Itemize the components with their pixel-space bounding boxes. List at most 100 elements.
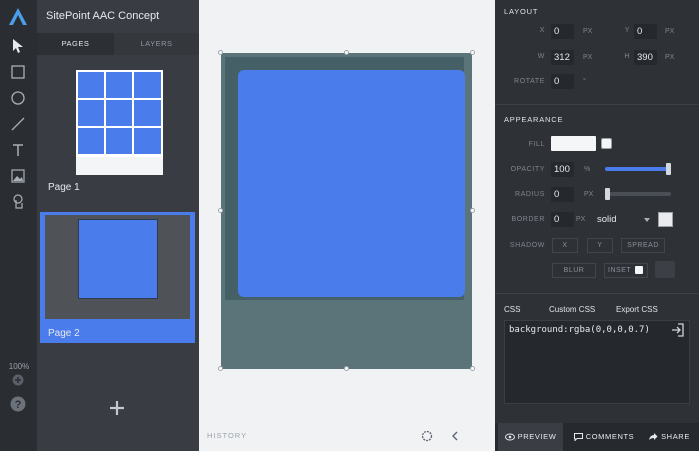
opacity-slider-fill <box>605 167 671 171</box>
artboard[interactable] <box>221 53 472 369</box>
artboard-frame <box>225 57 465 300</box>
width-label: W <box>537 53 545 60</box>
shadow-spread-input[interactable]: SPREAD <box>621 238 665 253</box>
export-css-tab[interactable]: Export CSS <box>616 305 658 314</box>
design-canvas[interactable]: HISTORY <box>199 0 495 451</box>
preview-button[interactable]: PREVIEW <box>498 423 563 451</box>
comments-button[interactable]: COMMENTS <box>570 423 638 451</box>
opacity-slider-handle[interactable] <box>666 163 671 175</box>
share-button[interactable]: SHARE <box>643 423 695 451</box>
y-unit: PX <box>665 28 675 35</box>
fill-label: FILL <box>528 141 545 148</box>
dropdown-chevron-icon <box>644 218 650 222</box>
radius-slider-track[interactable] <box>605 188 671 200</box>
history-circle-icon[interactable] <box>421 429 433 442</box>
x-label: X <box>539 27 545 34</box>
shadow-blur-input[interactable]: BLUR <box>552 263 596 278</box>
page-card-2-selected[interactable]: Page 2 <box>40 212 195 343</box>
ellipse-tool-icon[interactable] <box>8 88 28 108</box>
opacity-slider-track[interactable] <box>605 163 671 175</box>
opacity-label: OPACITY <box>510 166 545 173</box>
height-label: H <box>624 53 630 60</box>
shadow-color-swatch[interactable] <box>655 261 675 278</box>
blue-square-thumbnail <box>78 219 158 299</box>
zoom-level: 100% <box>8 362 30 371</box>
custom-css-tab[interactable]: Custom CSS <box>549 305 595 314</box>
border-color-swatch[interactable] <box>658 212 673 227</box>
css-tab[interactable]: CSS <box>504 305 520 314</box>
help-icon[interactable]: ? <box>9 395 27 413</box>
layout-section-title: LAYOUT <box>504 7 539 16</box>
resize-handle[interactable] <box>344 50 349 55</box>
border-width-input[interactable]: 0 <box>551 212 574 227</box>
rotate-input[interactable]: 0 <box>551 74 574 89</box>
hand-tool-icon[interactable] <box>8 192 28 212</box>
app-window: 100% ? SitePoint AAC Concept PAGES LAYER… <box>0 0 699 451</box>
rotate-label: ROTATE <box>514 78 545 85</box>
section-divider <box>495 104 699 105</box>
height-unit: PX <box>665 54 675 61</box>
bottom-action-bar: PREVIEW COMMENTS SHARE <box>495 423 699 451</box>
page-thumbnail <box>45 215 190 319</box>
page-card-1[interactable]: Page 1 <box>40 67 195 198</box>
resize-handle[interactable] <box>470 366 475 371</box>
tool-sidebar: 100% ? <box>0 0 37 451</box>
fill-checkbox[interactable] <box>601 138 612 149</box>
preview-label: PREVIEW <box>517 432 557 441</box>
text-tool-icon[interactable] <box>8 140 28 160</box>
resize-handle[interactable] <box>344 366 349 371</box>
properties-panel: LAYOUT X 0 PX Y 0 PX W 312 PX H 390 PX R… <box>495 0 699 451</box>
y-label: Y <box>624 27 630 34</box>
chevron-left-icon[interactable] <box>449 429 461 441</box>
share-label: SHARE <box>661 432 690 441</box>
share-arrow-icon <box>649 433 658 441</box>
opacity-input[interactable]: 100 <box>551 162 574 177</box>
line-tool-icon[interactable] <box>8 114 28 134</box>
shadow-inset-toggle[interactable]: INSET <box>604 263 648 278</box>
radius-label: RADIUS <box>514 191 545 198</box>
copy-to-clipboard-icon[interactable] <box>671 323 685 337</box>
x-unit: PX <box>583 28 593 35</box>
width-unit: PX <box>583 54 593 61</box>
resize-handle[interactable] <box>470 208 475 213</box>
comment-icon <box>573 433 583 442</box>
selected-rectangle[interactable] <box>238 70 465 297</box>
image-tool-icon[interactable] <box>8 166 28 186</box>
zoom-in-icon[interactable] <box>10 372 26 388</box>
appearance-section-title: APPEARANCE <box>504 115 564 124</box>
radius-unit: PX <box>584 191 594 198</box>
shadow-label: SHADOW <box>509 242 545 249</box>
pages-panel: SitePoint AAC Concept PAGES LAYERS Page … <box>37 0 199 451</box>
page-label: Page 1 <box>48 182 80 193</box>
comments-label: COMMENTS <box>585 432 635 441</box>
radius-input[interactable]: 0 <box>551 187 574 202</box>
resize-handle[interactable] <box>218 208 223 213</box>
y-input[interactable]: 0 <box>634 24 657 39</box>
inset-label: INSET <box>608 267 632 274</box>
height-input[interactable]: 390 <box>634 50 657 65</box>
x-input[interactable]: 0 <box>551 24 574 39</box>
page-label: Page 2 <box>48 328 80 339</box>
add-page-button[interactable] <box>109 400 127 418</box>
tab-layers[interactable]: LAYERS <box>114 33 199 55</box>
border-label: BORDER <box>511 216 545 223</box>
grid-thumbnail-graphic <box>76 70 163 157</box>
shadow-y-input[interactable]: Y <box>587 238 613 253</box>
pointer-tool-icon[interactable] <box>8 36 28 56</box>
rectangle-tool-icon[interactable] <box>8 62 28 82</box>
page-thumbnail <box>76 70 163 175</box>
fill-color-swatch[interactable] <box>551 136 596 151</box>
tab-pages[interactable]: PAGES <box>37 33 114 55</box>
border-style-select[interactable]: solid <box>594 212 654 227</box>
resize-handle[interactable] <box>218 366 223 371</box>
inset-checkbox[interactable] <box>635 266 643 274</box>
radius-slider-handle[interactable] <box>605 188 610 200</box>
resize-handle[interactable] <box>218 50 223 55</box>
app-logo-icon[interactable] <box>7 6 29 28</box>
history-label[interactable]: HISTORY <box>207 431 247 440</box>
opacity-unit: % <box>584 166 591 173</box>
resize-handle[interactable] <box>470 50 475 55</box>
css-code-area[interactable]: background:rgba(0,0,0,0.7) <box>504 320 690 404</box>
width-input[interactable]: 312 <box>551 50 574 65</box>
shadow-x-input[interactable]: X <box>552 238 578 253</box>
